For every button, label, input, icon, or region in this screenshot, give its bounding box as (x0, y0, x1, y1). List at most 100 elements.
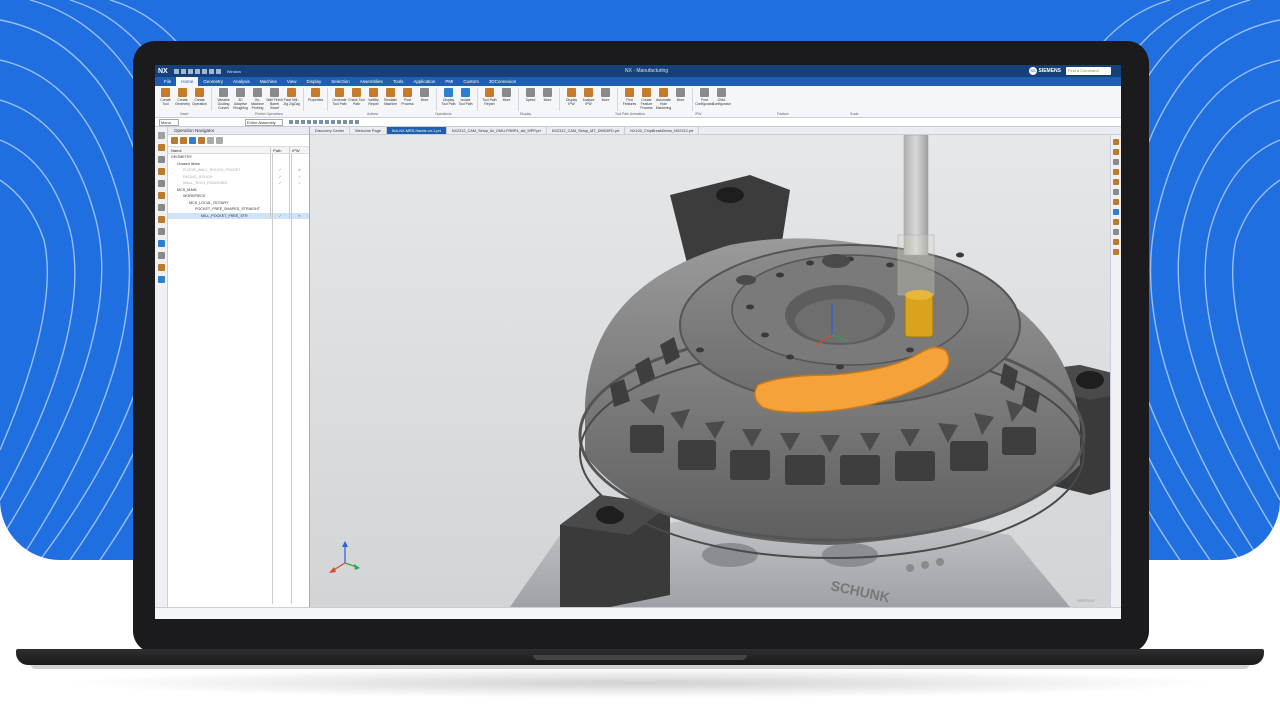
tab-tools[interactable]: Tools (388, 77, 409, 86)
snap-icon[interactable] (289, 120, 293, 124)
tab-analysis[interactable]: Analysis (228, 77, 255, 86)
roles-icon[interactable] (158, 240, 165, 247)
column-path-header[interactable]: Path (271, 147, 291, 153)
machining-method-view-icon[interactable] (198, 137, 205, 144)
repeat-command-icon[interactable] (215, 68, 221, 74)
document-tab[interactable]: NX2312_CAM_Setup_5x_DMU-FRBP4_sld_MPP.pr… (447, 127, 547, 134)
ribbon-button-more[interactable]: More (416, 86, 433, 117)
feature-view-icon[interactable] (207, 137, 214, 144)
snap-view-icon[interactable] (1113, 229, 1119, 235)
pan-icon[interactable] (1113, 189, 1119, 195)
geometry-view-icon[interactable] (189, 137, 196, 144)
column-ipw-header[interactable]: IPW (290, 147, 309, 153)
tab-selection[interactable]: Selection (326, 77, 355, 86)
ribbon-button-3d-adaptive-roughing[interactable]: 3D Adaptive Roughing (232, 86, 249, 117)
ribbon-button-oma-configurator[interactable]: OMA Configurator (712, 86, 731, 117)
document-tab[interactable]: Discovery Center (310, 127, 351, 134)
ribbon-button-check-tool-path[interactable]: Check Tool Path (348, 86, 365, 117)
tab-custom[interactable]: Custom (458, 77, 484, 86)
document-tab[interactable]: Welcome Page (350, 127, 387, 134)
ribbon-button-generate-tool-path[interactable]: Generate Tool Path (331, 86, 348, 117)
tab-pmi[interactable]: PMI (440, 77, 458, 86)
snap-icon[interactable] (325, 120, 329, 124)
rotate-icon[interactable] (1113, 199, 1119, 205)
layer-icon[interactable] (1113, 219, 1119, 225)
snap-icon[interactable] (331, 120, 335, 124)
ribbon-button-display-ipw[interactable]: Display IPW (563, 86, 580, 117)
graphics-viewport[interactable]: SCHUNK PRESLIN (279, 134, 1121, 607)
history-icon[interactable] (158, 228, 165, 235)
tab-assemblies[interactable]: Assemblies (355, 77, 388, 86)
program-order-view-icon[interactable] (171, 137, 178, 144)
web-browser-icon[interactable] (158, 216, 165, 223)
document-tab[interactable]: 5ch-NX-MRS-Hands-on-1.prt (386, 127, 447, 134)
fit-view-icon[interactable] (1113, 159, 1119, 165)
snap-icon[interactable] (337, 120, 341, 124)
ribbon-button-create-operation[interactable]: Create Operation (191, 86, 208, 117)
tab-view[interactable]: View (282, 77, 302, 86)
reuse-library-icon[interactable] (158, 180, 165, 187)
redo-icon[interactable] (187, 68, 193, 74)
tab-file[interactable]: File (159, 77, 176, 86)
snap-icon[interactable] (301, 120, 305, 124)
ribbon-button-more[interactable]: More (498, 86, 515, 117)
save-icon[interactable] (173, 68, 179, 74)
section-view-icon[interactable] (1113, 169, 1119, 175)
filter-icon[interactable] (216, 137, 223, 144)
navigator-row[interactable]: MILL_POCKET_FREE_STR ✓ ✕ (168, 212, 309, 219)
snap-icon[interactable] (355, 120, 359, 124)
snap-icon[interactable] (319, 120, 323, 124)
snap-icon[interactable] (313, 120, 317, 124)
render-style-icon[interactable] (1113, 139, 1119, 145)
command-search-input[interactable]: Find a Command (1066, 67, 1111, 75)
view-triad[interactable] (329, 541, 360, 573)
column-name-header[interactable]: Name (168, 147, 272, 153)
display-mode-icon[interactable] (1113, 239, 1119, 245)
system-materials-icon[interactable] (158, 252, 165, 259)
ribbon-button-analyze-ipw[interactable]: Analyze IPW (580, 86, 597, 117)
ribbon-button-face-mill-zig-zigzag[interactable]: Face Mill - Zig ZigZag (283, 86, 300, 117)
assembly-navigator-icon[interactable] (158, 156, 165, 163)
document-tab[interactable]: NX100_ChipBreakDemo_NX2312.prt (625, 127, 700, 134)
snap-icon[interactable] (349, 120, 353, 124)
ribbon-button-more[interactable]: More (597, 86, 614, 117)
hd3d-tools-icon[interactable] (158, 204, 165, 211)
view-orient-icon[interactable] (1113, 149, 1119, 155)
ribbon-button-isolate-tool-path[interactable]: Isolate Tool Path (457, 86, 474, 117)
ribbon-button-variable-guiding-curves[interactable]: Variable Guiding Curves (215, 86, 232, 117)
tab-application[interactable]: Application (408, 77, 440, 86)
ribbon-button-more[interactable]: More (539, 86, 556, 117)
process-studio-icon[interactable] (158, 264, 165, 271)
window-menu[interactable]: Window (227, 69, 241, 74)
constraint-navigator-icon[interactable] (158, 168, 165, 175)
tab-machine[interactable]: Machine (255, 77, 282, 86)
tab-3dconnexion[interactable]: 3DConnexion (484, 77, 521, 86)
tab-home[interactable]: Home (176, 77, 199, 86)
machine-tool-navigator-icon[interactable] (158, 192, 165, 199)
visualization-icon[interactable] (158, 276, 165, 283)
ribbon-button-properties[interactable]: Properties (307, 86, 324, 117)
copy-icon[interactable] (201, 68, 207, 74)
tab-display[interactable]: Display (302, 77, 327, 86)
machine-tool-view-icon[interactable] (180, 137, 187, 144)
snap-icon[interactable] (295, 120, 299, 124)
zoom-icon[interactable] (1113, 179, 1119, 185)
navigator-icon[interactable] (158, 132, 165, 139)
ribbon-button-automatic-hole-machining[interactable]: Automatic Hole Machining (655, 86, 672, 117)
lighting-icon[interactable] (1113, 249, 1119, 255)
paste-icon[interactable] (208, 68, 214, 74)
part-navigator-icon[interactable] (158, 144, 165, 151)
undo-icon[interactable] (180, 68, 186, 74)
ribbon-button-post-process[interactable]: Post Process (399, 86, 416, 117)
snap-icon[interactable] (343, 120, 347, 124)
selection-scope-dropdown[interactable]: Entire Assembly (245, 119, 283, 126)
document-tab[interactable]: NX2312_CAM_Setup_MT_DMG8FD.prt (547, 127, 626, 134)
user-avatar[interactable]: SS (1029, 67, 1037, 75)
measure-icon[interactable] (1113, 209, 1119, 215)
menu-button[interactable]: Menu (159, 119, 179, 126)
ribbon-button-tool-path-report[interactable]: Tool Path Report (481, 86, 498, 117)
cut-icon[interactable] (194, 68, 200, 74)
snap-icon[interactable] (307, 120, 311, 124)
ribbon-button-more[interactable]: More (672, 86, 689, 117)
ribbon-button-simulate-machine[interactable]: Simulate Machine (382, 86, 399, 117)
